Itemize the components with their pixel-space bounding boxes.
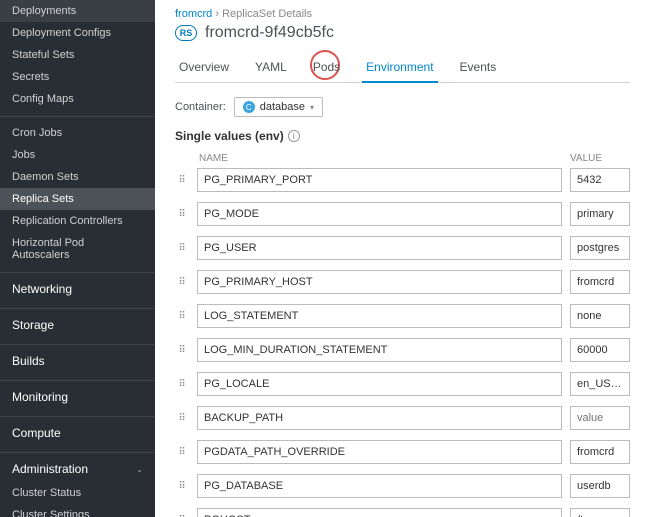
tab-yaml[interactable]: YAML: [251, 54, 291, 82]
drag-handle-icon[interactable]: ⠿: [175, 311, 189, 322]
sidebar: DeploymentsDeployment ConfigsStateful Se…: [0, 0, 155, 517]
chevron-down-icon: ⌄: [136, 465, 143, 474]
env-value-input[interactable]: [570, 202, 630, 226]
col-name-header: NAME: [199, 153, 570, 164]
drag-handle-icon[interactable]: ⠿: [175, 379, 189, 390]
sidebar-section[interactable]: Builds: [0, 344, 155, 374]
env-row: ⠿: [175, 270, 630, 294]
sidebar-section[interactable]: Networking: [0, 272, 155, 302]
container-icon: C: [243, 101, 255, 113]
drag-handle-icon[interactable]: ⠿: [175, 175, 189, 186]
tabs: Overview YAML Pods Environment Events: [175, 54, 630, 83]
env-name-input[interactable]: [197, 168, 562, 192]
section-title: Single values (env) i: [175, 129, 630, 143]
env-name-input[interactable]: [197, 440, 562, 464]
sidebar-item[interactable]: Cluster Settings: [0, 504, 155, 517]
container-select[interactable]: C database ▾: [234, 97, 323, 117]
sidebar-section[interactable]: Compute: [0, 416, 155, 446]
chevron-down-icon: ▾: [310, 103, 314, 112]
env-value-input[interactable]: [570, 236, 630, 260]
tab-overview[interactable]: Overview: [175, 54, 233, 82]
env-value-input[interactable]: [570, 270, 630, 294]
env-name-input[interactable]: [197, 338, 562, 362]
drag-handle-icon[interactable]: ⠿: [175, 209, 189, 220]
drag-handle-icon[interactable]: ⠿: [175, 243, 189, 254]
drag-handle-icon[interactable]: ⠿: [175, 481, 189, 492]
breadcrumb-current: ReplicaSet Details: [222, 8, 312, 20]
env-row: ⠿: [175, 474, 630, 498]
env-row: ⠿: [175, 440, 630, 464]
sidebar-item[interactable]: Daemon Sets: [0, 166, 155, 188]
env-value-input[interactable]: [570, 474, 630, 498]
env-name-input[interactable]: [197, 508, 562, 517]
env-value-input[interactable]: [570, 406, 630, 430]
sidebar-section[interactable]: Storage: [0, 308, 155, 338]
env-row: ⠿: [175, 304, 630, 328]
page-title: fromcrd-9f49cb5fc: [205, 24, 334, 42]
env-name-input[interactable]: [197, 236, 562, 260]
env-value-input[interactable]: [570, 304, 630, 328]
container-label: Container:: [175, 101, 226, 113]
env-value-input[interactable]: [570, 372, 630, 396]
container-name: database: [260, 101, 305, 113]
env-value-input[interactable]: [570, 338, 630, 362]
drag-handle-icon[interactable]: ⠿: [175, 413, 189, 424]
env-value-input[interactable]: [570, 168, 630, 192]
breadcrumb: fromcrd › ReplicaSet Details: [175, 8, 630, 20]
sidebar-item[interactable]: Deployment Configs: [0, 22, 155, 44]
sidebar-section[interactable]: Administration⌄: [0, 452, 155, 482]
env-row: ⠿: [175, 406, 630, 430]
sidebar-item[interactable]: Secrets: [0, 66, 155, 88]
drag-handle-icon[interactable]: ⠿: [175, 345, 189, 356]
env-name-input[interactable]: [197, 474, 562, 498]
sidebar-item[interactable]: Config Maps: [0, 88, 155, 110]
sidebar-section[interactable]: Monitoring: [0, 380, 155, 410]
sidebar-item[interactable]: Cluster Status: [0, 482, 155, 504]
main-content: fromcrd › ReplicaSet Details RS fromcrd-…: [155, 0, 650, 517]
tab-environment[interactable]: Environment: [362, 54, 437, 82]
breadcrumb-parent[interactable]: fromcrd: [175, 8, 212, 20]
info-icon[interactable]: i: [288, 130, 300, 142]
env-row: ⠿: [175, 236, 630, 260]
env-name-input[interactable]: [197, 372, 562, 396]
sidebar-item[interactable]: Stateful Sets: [0, 44, 155, 66]
env-name-input[interactable]: [197, 406, 562, 430]
tab-events[interactable]: Events: [456, 54, 501, 82]
env-header: NAME VALUE: [175, 153, 630, 168]
env-value-input[interactable]: [570, 440, 630, 464]
env-row: ⠿: [175, 372, 630, 396]
env-value-input[interactable]: [570, 508, 630, 517]
env-name-input[interactable]: [197, 304, 562, 328]
sidebar-item[interactable]: Replica Sets: [0, 188, 155, 210]
env-name-input[interactable]: [197, 202, 562, 226]
col-value-header: VALUE: [570, 153, 630, 164]
sidebar-item[interactable]: Replication Controllers: [0, 210, 155, 232]
tab-pods[interactable]: Pods: [309, 54, 344, 82]
sidebar-item[interactable]: Deployments: [0, 0, 155, 22]
env-row: ⠿: [175, 508, 630, 517]
drag-handle-icon[interactable]: ⠿: [175, 447, 189, 458]
env-row: ⠿: [175, 168, 630, 192]
env-row: ⠿: [175, 338, 630, 362]
sidebar-item[interactable]: Jobs: [0, 144, 155, 166]
env-name-input[interactable]: [197, 270, 562, 294]
env-row: ⠿: [175, 202, 630, 226]
sidebar-item[interactable]: Horizontal Pod Autoscalers: [0, 232, 155, 266]
sidebar-item[interactable]: Cron Jobs: [0, 122, 155, 144]
drag-handle-icon[interactable]: ⠿: [175, 277, 189, 288]
resource-badge: RS: [175, 25, 197, 41]
